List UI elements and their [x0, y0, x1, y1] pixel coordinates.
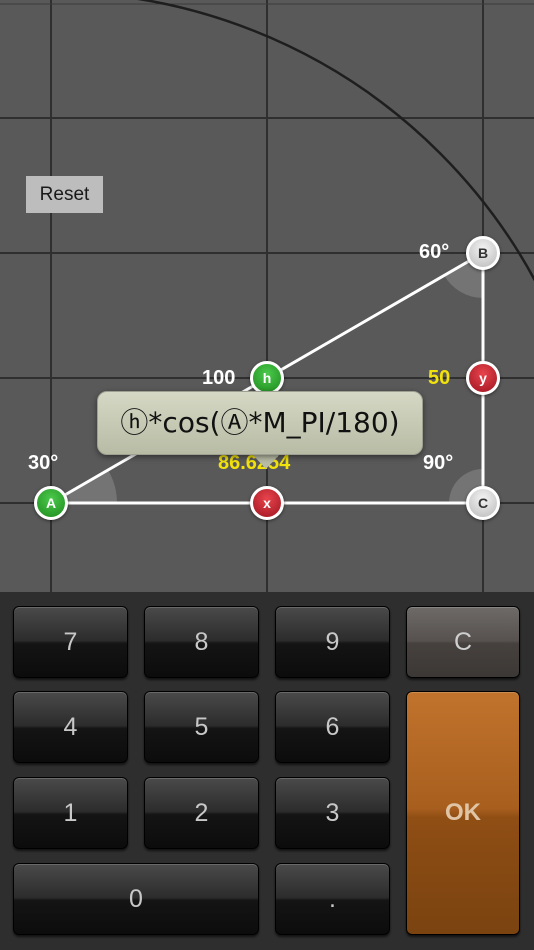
vertex-c-handle[interactable]: C	[466, 486, 500, 520]
vertex-a-handle[interactable]: A	[34, 486, 68, 520]
formula-tooltip-pointer	[252, 454, 280, 469]
formula-tooltip: ⓗ*cos(Ⓐ*M_PI/180)	[97, 391, 423, 455]
triangle-canvas[interactable]: Reset 30° 60° 90° 100 50 86.6254 A B C h…	[0, 0, 534, 592]
clear-button[interactable]: C	[406, 606, 520, 678]
key-4[interactable]: 4	[13, 691, 128, 763]
key-1[interactable]: 1	[13, 777, 128, 849]
side-h-handle[interactable]: h	[250, 361, 284, 395]
key-5[interactable]: 5	[144, 691, 259, 763]
numeric-keypad: 7 8 9 C 4 5 6 1 2 3 0 . OK	[0, 592, 534, 950]
side-y-length: 50	[428, 367, 451, 389]
key-8[interactable]: 8	[144, 606, 259, 678]
vertex-b-handle[interactable]: B	[466, 236, 500, 270]
key-9[interactable]: 9	[275, 606, 390, 678]
reset-button[interactable]: Reset	[26, 176, 103, 213]
key-0[interactable]: 0	[13, 863, 259, 935]
side-y-handle[interactable]: y	[466, 361, 500, 395]
ok-button[interactable]: OK	[406, 691, 520, 935]
trig-calculator-app: Reset 30° 60° 90° 100 50 86.6254 A B C h…	[0, 0, 534, 950]
key-7[interactable]: 7	[13, 606, 128, 678]
angle-b-label: 60°	[419, 241, 450, 263]
key-2[interactable]: 2	[144, 777, 259, 849]
side-x-handle[interactable]: x	[250, 486, 284, 520]
side-h-length: 100	[202, 367, 236, 389]
key-decimal-point[interactable]: .	[275, 863, 390, 935]
angle-a-label: 30°	[28, 452, 59, 474]
key-6[interactable]: 6	[275, 691, 390, 763]
angle-c-label: 90°	[423, 452, 454, 474]
key-3[interactable]: 3	[275, 777, 390, 849]
